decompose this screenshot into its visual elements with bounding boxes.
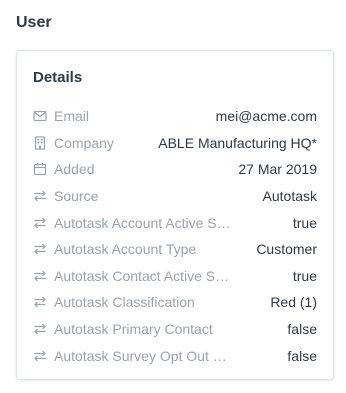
detail-label: Autotask Account Type — [54, 241, 197, 258]
detail-value: ABLE Manufacturing HQ* — [158, 134, 317, 151]
detail-value: false — [287, 347, 317, 364]
detail-row-autotask-account-active-status: Autotask Account Active Status true — [33, 209, 317, 236]
detail-label: Autotask Contact Active Status — [54, 267, 232, 284]
sync-arrows-icon — [33, 322, 47, 336]
detail-row-autotask-survey-opt-out-status: Autotask Survey Opt Out Status false — [33, 342, 317, 369]
detail-row-autotask-primary-contact: Autotask Primary Contact false — [33, 316, 317, 343]
detail-row-autotask-contact-active-status: Autotask Contact Active Status true — [33, 263, 317, 290]
building-icon — [33, 136, 47, 150]
detail-row-company: Company ABLE Manufacturing HQ* — [33, 130, 317, 157]
detail-value: Customer — [256, 241, 317, 258]
detail-label: Email — [54, 108, 90, 125]
sync-arrows-icon — [33, 295, 47, 309]
detail-row-source: Source Autotask — [33, 183, 317, 210]
sync-arrows-icon — [33, 242, 47, 256]
section-title: User — [16, 14, 52, 31]
detail-label: Added — [54, 161, 95, 178]
details-card-title: Details — [33, 69, 83, 86]
detail-label: Company — [54, 134, 114, 151]
detail-row-email: Email mei@acme.com — [33, 103, 317, 130]
detail-value: true — [292, 267, 317, 284]
detail-value: false — [287, 321, 317, 338]
sync-arrows-icon — [33, 269, 47, 283]
detail-value: mei@acme.com — [215, 108, 317, 125]
detail-value: Autotask — [262, 188, 317, 205]
sync-arrows-icon — [33, 189, 47, 203]
detail-label: Autotask Primary Contact — [54, 321, 213, 338]
detail-row-autotask-classification: Autotask Classification Red (1) — [33, 289, 317, 316]
detail-label: Autotask Survey Opt Out Status — [54, 347, 232, 364]
sync-arrows-icon — [33, 349, 47, 363]
detail-label: Source — [54, 188, 99, 205]
detail-label: Autotask Account Active Status — [54, 214, 232, 231]
detail-value: Red (1) — [270, 294, 317, 311]
detail-row-autotask-account-type: Autotask Account Type Customer — [33, 236, 317, 263]
detail-label: Autotask Classification — [54, 294, 195, 311]
calendar-icon — [33, 162, 47, 176]
details-list: Email mei@acme.com Company ABLE Manufact… — [33, 103, 317, 369]
details-card: Details Email mei@acme.com Company ABLE … — [16, 50, 334, 380]
detail-row-added: Added 27 Mar 2019 — [33, 156, 317, 183]
detail-value: 27 Mar 2019 — [238, 161, 317, 178]
sync-arrows-icon — [33, 216, 47, 230]
envelope-icon — [33, 109, 47, 123]
detail-value: true — [292, 214, 317, 231]
